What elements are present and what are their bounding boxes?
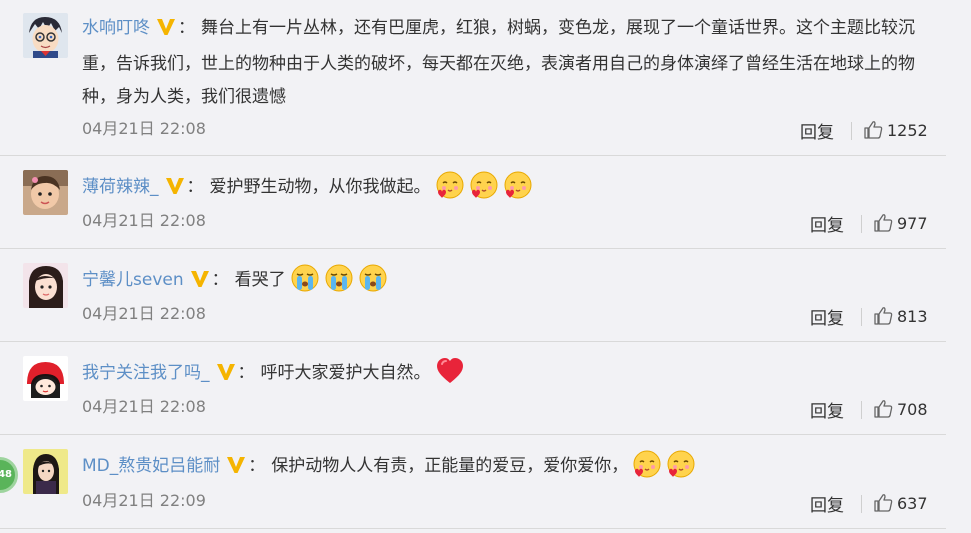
- vip-badge-icon: [156, 15, 176, 48]
- comment-content: 宁馨儿seven ：看哭了: [82, 263, 946, 305]
- heart-emoji-icon: [435, 356, 465, 398]
- love-emoji-icon: [632, 449, 662, 491]
- comment-text: 舞台上有一片丛林，还有巴厘虎，红狼，树蜗，变色龙，展现了一个童话世界。这个主题比…: [82, 18, 915, 107]
- comment-content: 我宁关注我了吗_ ：呼吁大家爱护大自然。: [82, 356, 946, 398]
- comment-item: 我宁关注我了吗_ ：呼吁大家爱护大自然。 04月21日 22:08 回复 708: [0, 342, 946, 435]
- reply-button[interactable]: 回复: [810, 211, 844, 236]
- divider: [861, 215, 862, 233]
- like-button[interactable]: 708: [873, 399, 928, 419]
- username-link[interactable]: 水响叮咚: [82, 18, 150, 38]
- colon: ：: [248, 456, 266, 476]
- crying-emoji-icon: [290, 263, 320, 305]
- like-count: 708: [897, 400, 928, 419]
- reply-button[interactable]: 回复: [810, 491, 844, 516]
- thumbs-up-icon: [874, 214, 893, 232]
- comment-item: 薄荷辣辣_ ：爱护野生动物，从你我做起。 04月21日 22:08 回复 977: [0, 156, 946, 249]
- thumbs-up-icon: [874, 307, 893, 325]
- username-link[interactable]: MD_熬贵妃吕能耐: [82, 456, 220, 476]
- comment-content: MD_熬贵妃吕能耐 ：保护动物人人有责，正能量的爱豆，爱你爱你，: [82, 449, 946, 491]
- avatar[interactable]: [23, 170, 68, 215]
- colon: ：: [237, 363, 255, 383]
- username-link[interactable]: 宁馨儿seven: [82, 270, 184, 290]
- avatar[interactable]: [23, 356, 68, 401]
- comment-content: 水响叮咚 ：舞台上有一片丛林，还有巴厘虎，红狼，树蜗，变色龙，展现了一个童话世界。…: [82, 12, 932, 114]
- like-count: 1252: [887, 121, 928, 140]
- like-button[interactable]: 1252: [863, 120, 928, 140]
- comment-text: 看哭了: [234, 270, 286, 290]
- comment-text: 爱护野生动物，从你我做起。: [209, 177, 431, 197]
- thumbs-up-icon: [874, 400, 893, 418]
- love-emoji-icon: [666, 449, 696, 491]
- love-emoji-icon: [503, 170, 533, 212]
- like-button[interactable]: 813: [873, 306, 928, 326]
- username-link[interactable]: 我宁关注我了吗_: [82, 363, 210, 383]
- comment-content: 薄荷辣辣_ ：爱护野生动物，从你我做起。: [82, 170, 946, 212]
- like-button[interactable]: 637: [873, 493, 928, 513]
- colon: ：: [178, 18, 195, 38]
- timestamp: 04月21日 22:08: [82, 211, 206, 230]
- like-count: 813: [897, 307, 928, 326]
- vip-badge-icon: [165, 174, 185, 207]
- avatar[interactable]: [23, 263, 68, 308]
- vip-badge-icon: [190, 267, 210, 300]
- comment-item: 水响叮咚 ：舞台上有一片丛林，还有巴厘虎，红狼，树蜗，变色龙，展现了一个童话世界。…: [0, 0, 946, 156]
- comment-item: MD_熬贵妃吕能耐 ：保护动物人人有责，正能量的爱豆，爱你爱你， 04月21日 2…: [0, 435, 946, 529]
- timestamp: 04月21日 22:09: [82, 491, 206, 510]
- reply-button[interactable]: 回复: [810, 304, 844, 329]
- love-emoji-icon: [469, 170, 499, 212]
- timestamp: 04月21日 22:08: [82, 119, 206, 138]
- comment-text: 保护动物人人有责，正能量的爱豆，爱你爱你，: [271, 456, 629, 476]
- avatar[interactable]: [23, 449, 68, 494]
- vip-badge-icon: [226, 453, 246, 486]
- love-emoji-icon: [435, 170, 465, 212]
- reply-button[interactable]: 回复: [800, 118, 834, 143]
- username-link[interactable]: 薄荷辣辣_: [82, 177, 159, 197]
- vip-badge-icon: [216, 360, 236, 393]
- comment-text: 呼吁大家爱护大自然。: [260, 363, 431, 383]
- divider: [861, 495, 862, 513]
- thumbs-up-icon: [864, 121, 883, 139]
- colon: ：: [211, 270, 229, 290]
- like-button[interactable]: 977: [873, 213, 928, 233]
- avatar[interactable]: [23, 13, 68, 58]
- divider: [851, 122, 852, 140]
- crying-emoji-icon: [324, 263, 354, 305]
- colon: ：: [186, 177, 204, 197]
- reply-button[interactable]: 回复: [810, 397, 844, 422]
- timestamp: 04月21日 22:08: [82, 397, 206, 416]
- comment-item: 宁馨儿seven ：看哭了 04月21日 22:08 回复 813: [0, 249, 946, 342]
- like-count: 977: [897, 214, 928, 233]
- like-count: 637: [897, 494, 928, 513]
- divider: [861, 308, 862, 326]
- divider: [861, 401, 862, 419]
- thumbs-up-icon: [874, 494, 893, 512]
- crying-emoji-icon: [358, 263, 388, 305]
- timestamp: 04月21日 22:08: [82, 304, 206, 323]
